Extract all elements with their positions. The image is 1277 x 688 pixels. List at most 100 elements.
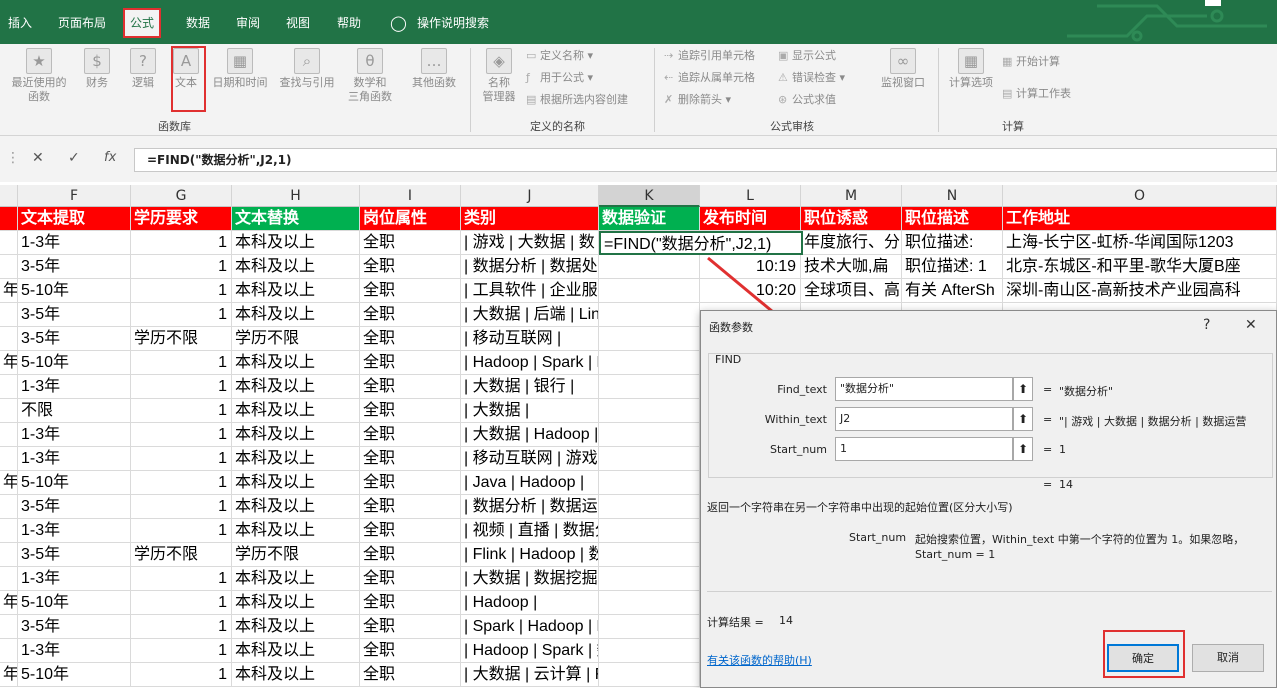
header-cell[interactable]: 文本替换 <box>232 207 360 231</box>
table-cell[interactable]: 1 <box>131 303 232 327</box>
table-cell[interactable] <box>599 303 700 327</box>
column-header-O[interactable]: O <box>1003 185 1277 207</box>
help-icon[interactable]: ? <box>1203 317 1210 333</box>
column-header-I[interactable]: I <box>360 185 461 207</box>
table-cell[interactable]: | Hadoop | <box>461 591 599 615</box>
table-cell[interactable]: 年 <box>0 279 18 303</box>
table-cell[interactable] <box>599 663 700 687</box>
table-cell[interactable]: 全职 <box>360 495 461 519</box>
column-header-G[interactable]: G <box>131 185 232 207</box>
evaluate-formula-button[interactable]: ⊛ 公式求值 <box>778 92 836 108</box>
column-header-partial[interactable] <box>0 185 18 207</box>
table-cell[interactable]: 全职 <box>360 543 461 567</box>
table-cell[interactable]: 3-5年 <box>18 303 131 327</box>
calc-options-button[interactable]: ▦ 计算选项 <box>944 48 998 90</box>
table-cell[interactable]: | 大数据 | 数据挖掘 | 数据分析 <box>461 567 599 591</box>
header-cell[interactable]: 学历要求 <box>131 207 232 231</box>
column-header-N[interactable]: N <box>902 185 1003 207</box>
table-cell[interactable]: 1 <box>131 399 232 423</box>
table-cell[interactable]: 本科及以上 <box>232 495 360 519</box>
table-cell[interactable]: 全职 <box>360 255 461 279</box>
function-help-link[interactable]: 有关该函数的帮助(H) <box>707 652 812 668</box>
arg-input-within-text[interactable]: J2 <box>835 407 1013 431</box>
table-cell[interactable] <box>599 327 700 351</box>
datetime-button[interactable]: ▦ 日期和时间 <box>208 48 272 90</box>
table-cell[interactable]: 1 <box>131 375 232 399</box>
show-formulas-button[interactable]: ▣ 显示公式 <box>778 48 836 64</box>
table-cell[interactable]: 5-10年 <box>18 591 131 615</box>
header-cell[interactable]: 职位描述 <box>902 207 1003 231</box>
header-cell[interactable]: 发布时间 <box>700 207 801 231</box>
lookup-button[interactable]: ⌕ 查找与引用 <box>276 48 338 90</box>
table-cell[interactable]: 1 <box>131 471 232 495</box>
table-cell[interactable]: 本科及以上 <box>232 423 360 447</box>
table-cell[interactable]: 1 <box>131 255 232 279</box>
table-cell[interactable] <box>599 255 700 279</box>
table-cell[interactable]: 本科及以上 <box>232 663 360 687</box>
table-cell[interactable] <box>0 423 18 447</box>
trace-precedents-button[interactable]: ⇢ 追踪引用单元格 <box>664 48 755 64</box>
table-cell[interactable]: 全职 <box>360 471 461 495</box>
table-cell[interactable] <box>0 543 18 567</box>
table-cell[interactable]: | 移动互联网 | <box>461 327 599 351</box>
table-cell[interactable] <box>0 495 18 519</box>
table-cell[interactable]: 全职 <box>360 567 461 591</box>
table-cell[interactable]: =FIND("数据分析",J2,1) <box>599 231 803 255</box>
table-cell[interactable]: 本科及以上 <box>232 231 360 255</box>
table-cell[interactable]: 1-3年 <box>18 231 131 255</box>
table-cell[interactable] <box>599 279 700 303</box>
header-cell[interactable]: 文本提取 <box>18 207 131 231</box>
table-cell[interactable]: 10:19 <box>700 255 801 279</box>
table-cell[interactable]: 全职 <box>360 423 461 447</box>
table-cell[interactable]: 1 <box>131 351 232 375</box>
header-cell[interactable]: 类别 <box>461 207 599 231</box>
table-cell[interactable]: 本科及以上 <box>232 303 360 327</box>
table-cell[interactable]: 本科及以上 <box>232 471 360 495</box>
table-cell[interactable]: 1-3年 <box>18 375 131 399</box>
table-cell[interactable]: | 大数据 | <box>461 399 599 423</box>
table-cell[interactable]: 1 <box>131 447 232 471</box>
table-cell[interactable]: 深圳-南山区-高新技术产业园高科 <box>1003 279 1277 303</box>
column-header-K[interactable]: K <box>599 185 700 207</box>
table-cell[interactable]: | 游戏 | 大数据 | 数 <box>461 231 599 255</box>
table-cell[interactable] <box>599 399 700 423</box>
tab-review[interactable]: 审阅 <box>236 12 260 34</box>
table-cell[interactable]: 北京-东城区-和平里-歌华大厦B座 <box>1003 255 1277 279</box>
table-cell[interactable]: 年 <box>0 351 18 375</box>
tab-insert[interactable]: 插入 <box>8 12 32 34</box>
table-cell[interactable]: 本科及以上 <box>232 639 360 663</box>
table-cell[interactable] <box>599 471 700 495</box>
column-header-M[interactable]: M <box>801 185 902 207</box>
table-cell[interactable]: 1-3年 <box>18 567 131 591</box>
insert-function-icon[interactable]: fx <box>104 150 116 165</box>
table-cell[interactable]: 全职 <box>360 663 461 687</box>
table-cell[interactable] <box>0 519 18 543</box>
table-cell[interactable]: 1 <box>131 615 232 639</box>
table-cell[interactable]: 1 <box>131 519 232 543</box>
table-cell[interactable]: 全职 <box>360 399 461 423</box>
close-icon[interactable]: ✕ <box>1245 317 1257 333</box>
tab-help[interactable]: 帮助 <box>337 12 361 34</box>
header-cell[interactable]: 数据验证 <box>599 207 700 231</box>
table-cell[interactable] <box>599 543 700 567</box>
column-header-L[interactable]: L <box>700 185 801 207</box>
recent-functions-button[interactable]: ★ 最近使用的 函数 <box>8 48 70 104</box>
table-cell[interactable]: 全职 <box>360 375 461 399</box>
remove-arrows-button[interactable]: ✗ 删除箭头 ▾ <box>664 92 731 108</box>
tab-page-layout[interactable]: 页面布局 <box>58 12 106 34</box>
table-cell[interactable]: 1 <box>131 567 232 591</box>
table-cell[interactable] <box>599 591 700 615</box>
table-cell[interactable]: 有关 AfterSh <box>902 279 1003 303</box>
table-cell[interactable]: 5-10年 <box>18 663 131 687</box>
table-cell[interactable] <box>599 639 700 663</box>
table-cell[interactable]: 本科及以上 <box>232 567 360 591</box>
header-cell[interactable]: 职位诱惑 <box>801 207 902 231</box>
table-cell[interactable]: | 数据分析 | 数据运营 | SQL | 数 <box>461 495 599 519</box>
header-cell[interactable]: 岗位属性 <box>360 207 461 231</box>
more-functions-button[interactable]: … 其他函数 <box>408 48 460 90</box>
table-cell[interactable]: 年 <box>0 591 18 615</box>
collapse-dialog-icon[interactable]: ⬆ <box>1013 437 1033 461</box>
trace-dependents-button[interactable]: ⇠ 追踪从属单元格 <box>664 70 755 86</box>
table-cell[interactable]: 年度旅行、分 <box>801 231 902 255</box>
table-cell[interactable]: 全职 <box>360 639 461 663</box>
